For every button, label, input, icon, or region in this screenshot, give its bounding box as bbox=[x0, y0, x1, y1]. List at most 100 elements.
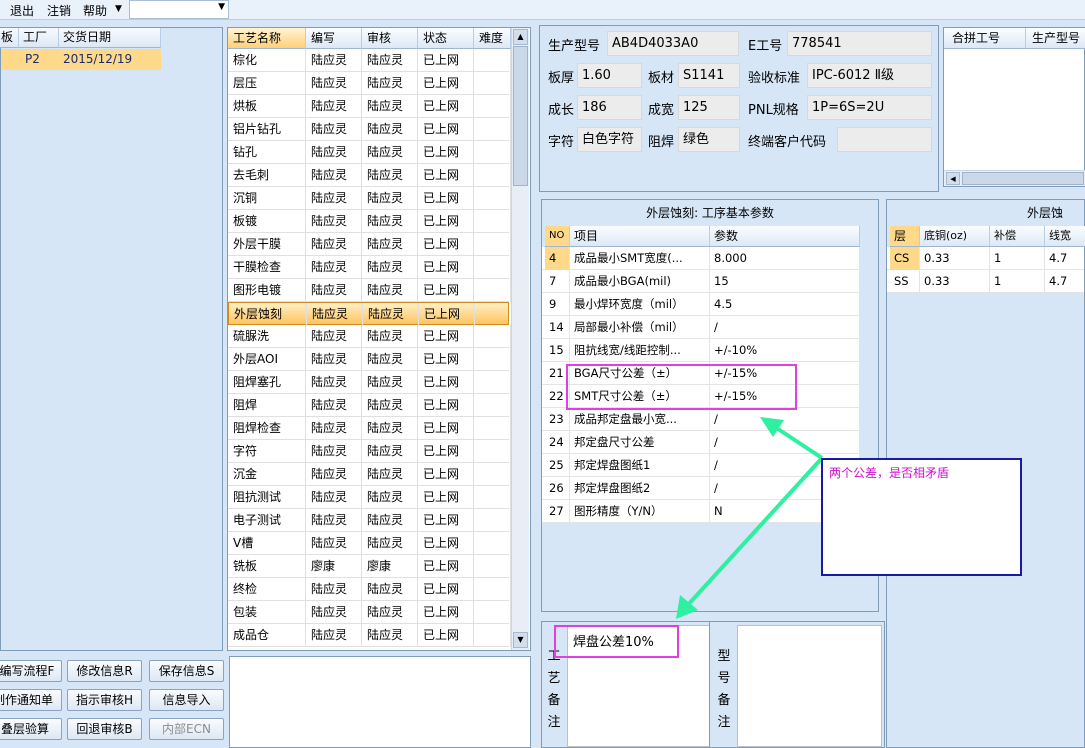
process-row[interactable]: 终检 陆应灵 陆应灵 已上网 bbox=[228, 578, 511, 601]
outer-row[interactable]: SS 0.33 1 4.7 bbox=[887, 270, 1084, 293]
edit-flow-button[interactable]: 编写流程F bbox=[0, 660, 62, 682]
scroll-thumb[interactable] bbox=[513, 46, 528, 186]
writer-cell: 陆应灵 bbox=[306, 210, 362, 233]
col-header-difficulty[interactable]: 难度 bbox=[474, 28, 511, 49]
col-header[interactable]: 层 bbox=[890, 226, 920, 247]
col-header-param[interactable]: 参数 bbox=[710, 226, 860, 247]
writer-cell: 陆应灵 bbox=[306, 440, 362, 463]
process-row[interactable]: 阻焊 陆应灵 陆应灵 已上网 bbox=[228, 394, 511, 417]
process-row[interactable]: 去毛刺 陆应灵 陆应灵 已上网 bbox=[228, 164, 511, 187]
reviewer-cell: 廖康 bbox=[362, 555, 418, 578]
param-row[interactable]: 4 成品最小SMT宽度(... 8.000 bbox=[542, 247, 860, 270]
process-row[interactable]: V槽 陆应灵 陆应灵 已上网 bbox=[228, 532, 511, 555]
base-copper-cell: 0.33 bbox=[920, 270, 990, 293]
process-row[interactable]: 阻焊检查 陆应灵 陆应灵 已上网 bbox=[228, 417, 511, 440]
process-memo[interactable] bbox=[229, 656, 531, 748]
vertical-scrollbar[interactable]: ▲ ▼ bbox=[511, 28, 529, 650]
process-row[interactable]: 铝片钻孔 陆应灵 陆应灵 已上网 bbox=[228, 118, 511, 141]
menu-logout[interactable]: 注销 bbox=[47, 2, 71, 19]
eno-field[interactable]: 778541 bbox=[787, 31, 932, 56]
process-row[interactable]: 层压 陆应灵 陆应灵 已上网 bbox=[228, 72, 511, 95]
pnl-field[interactable]: 1P=6S=2U bbox=[807, 95, 932, 120]
process-row[interactable]: 干膜检查 陆应灵 陆应灵 已上网 bbox=[228, 256, 511, 279]
process-row[interactable]: 外层AOI 陆应灵 陆应灵 已上网 bbox=[228, 348, 511, 371]
process-row[interactable]: 烘板 陆应灵 陆应灵 已上网 bbox=[228, 95, 511, 118]
process-row[interactable]: 字符 陆应灵 陆应灵 已上网 bbox=[228, 440, 511, 463]
process-row[interactable]: 图形电镀 陆应灵 陆应灵 已上网 bbox=[228, 279, 511, 302]
outer-row[interactable]: CS 0.33 1 4.7 bbox=[887, 247, 1084, 270]
col-header[interactable]: 交货日期 bbox=[59, 28, 161, 48]
process-row[interactable]: 棕化 陆应灵 陆应灵 已上网 bbox=[228, 49, 511, 72]
status-cell: 已上网 bbox=[418, 509, 474, 532]
model-note-textarea[interactable] bbox=[737, 625, 882, 747]
col-header-no[interactable]: NO bbox=[545, 226, 570, 247]
standard-field[interactable]: IPC-6012 Ⅱ级 bbox=[807, 63, 932, 88]
process-row[interactable]: 包装 陆应灵 陆应灵 已上网 bbox=[228, 601, 511, 624]
process-row[interactable]: 铣板 廖康 廖康 已上网 bbox=[228, 555, 511, 578]
char-field[interactable]: 白色字符 bbox=[577, 127, 642, 152]
param-row[interactable]: 7 成品最小BGA(mil) 15 bbox=[542, 270, 860, 293]
col-header-item[interactable]: 项目 bbox=[570, 226, 710, 247]
col-header[interactable]: 生产型号 bbox=[1026, 28, 1085, 49]
model-field[interactable]: AB4D4033A0 bbox=[607, 31, 739, 56]
param-no-cell: 4 bbox=[545, 247, 570, 270]
length-field[interactable]: 186 bbox=[577, 95, 642, 120]
scroll-thumb[interactable] bbox=[962, 172, 1084, 185]
process-row[interactable]: 硫脲洗 陆应灵 陆应灵 已上网 bbox=[228, 325, 511, 348]
param-panel-title: 外层蚀刻: 工序基本参数 bbox=[646, 206, 774, 220]
process-row[interactable]: 沉金 陆应灵 陆应灵 已上网 bbox=[228, 463, 511, 486]
col-header[interactable]: 底铜(oz) bbox=[920, 226, 990, 247]
reviewer-cell: 陆应灵 bbox=[362, 486, 418, 509]
difficulty-cell bbox=[474, 233, 511, 256]
process-row[interactable]: 钻孔 陆应灵 陆应灵 已上网 bbox=[228, 141, 511, 164]
modify-info-button[interactable]: 修改信息R bbox=[67, 660, 142, 682]
process-row[interactable]: 成品仓 陆应灵 陆应灵 已上网 bbox=[228, 624, 511, 647]
compensation-cell: 1 bbox=[990, 270, 1045, 293]
layer-check-button[interactable]: 叠层验算 bbox=[0, 718, 62, 740]
process-row[interactable]: 沉铜 陆应灵 陆应灵 已上网 bbox=[228, 187, 511, 210]
assign-review-button[interactable]: 指示审核H bbox=[67, 689, 142, 711]
reviewer-cell: 陆应灵 bbox=[362, 463, 418, 486]
process-row[interactable]: 板镀 陆应灵 陆应灵 已上网 bbox=[228, 210, 511, 233]
scroll-down-icon[interactable]: ▼ bbox=[513, 632, 528, 648]
scroll-up-icon[interactable]: ▲ bbox=[513, 29, 528, 45]
param-row[interactable]: 9 最小焊环宽度（mil） 4.5 bbox=[542, 293, 860, 316]
material-field[interactable]: S1141 bbox=[678, 63, 740, 88]
process-row[interactable]: 外层蚀刻 陆应灵 陆应灵 已上网 bbox=[228, 302, 512, 326]
process-name-cell: 硫脲洗 bbox=[228, 325, 306, 348]
customer-field[interactable] bbox=[837, 127, 932, 152]
process-row[interactable]: 电子测试 陆应灵 陆应灵 已上网 bbox=[228, 509, 511, 532]
col-header[interactable]: 工厂 bbox=[19, 28, 59, 48]
col-header-writer[interactable]: 编写 bbox=[306, 28, 362, 49]
col-header[interactable]: 合拼工号 bbox=[944, 28, 1026, 49]
order-row[interactable]: P2 2015/12/19 bbox=[1, 49, 161, 70]
col-header[interactable]: 补偿 bbox=[990, 226, 1045, 247]
process-row[interactable]: 阻焊塞孔 陆应灵 陆应灵 已上网 bbox=[228, 371, 511, 394]
menu-help[interactable]: 帮助 bbox=[83, 2, 107, 19]
work-notice-button[interactable]: 制作通知单 bbox=[0, 689, 62, 711]
status-cell: 已上网 bbox=[418, 486, 474, 509]
process-row[interactable]: 阻抗测试 陆应灵 陆应灵 已上网 bbox=[228, 486, 511, 509]
save-info-button[interactable]: 保存信息S bbox=[149, 660, 224, 682]
col-header[interactable]: 板 bbox=[0, 28, 19, 48]
difficulty-cell bbox=[474, 417, 511, 440]
scroll-left-icon[interactable]: ◀ bbox=[946, 172, 960, 185]
import-info-button[interactable]: 信息导入 bbox=[149, 689, 224, 711]
param-row[interactable]: 14 局部最小补偿（mil） / bbox=[542, 316, 860, 339]
col-header[interactable]: 线宽 bbox=[1045, 226, 1085, 247]
param-row[interactable]: 15 阻抗线宽/线距控制... +/-10% bbox=[542, 339, 860, 362]
col-header-status[interactable]: 状态 bbox=[418, 28, 474, 49]
width-field[interactable]: 125 bbox=[678, 95, 740, 120]
internal-ecn-button[interactable]: 内部ECN bbox=[149, 718, 224, 740]
mask-field[interactable]: 绿色 bbox=[678, 127, 740, 152]
menu-dropdown-icon[interactable]: ▼ bbox=[115, 4, 122, 14]
toolbar-combo[interactable]: ▼ bbox=[129, 0, 229, 19]
menu-exit[interactable]: 退出 bbox=[10, 2, 34, 19]
difficulty-cell bbox=[474, 279, 511, 302]
process-row[interactable]: 外层干膜 陆应灵 陆应灵 已上网 bbox=[228, 233, 511, 256]
horizontal-scrollbar[interactable]: ◀ bbox=[944, 170, 1085, 186]
col-header-process[interactable]: 工艺名称 bbox=[228, 28, 306, 49]
return-review-button[interactable]: 回退审核B bbox=[67, 718, 142, 740]
thickness-field[interactable]: 1.60 bbox=[577, 63, 642, 88]
col-header-reviewer[interactable]: 审核 bbox=[362, 28, 418, 49]
